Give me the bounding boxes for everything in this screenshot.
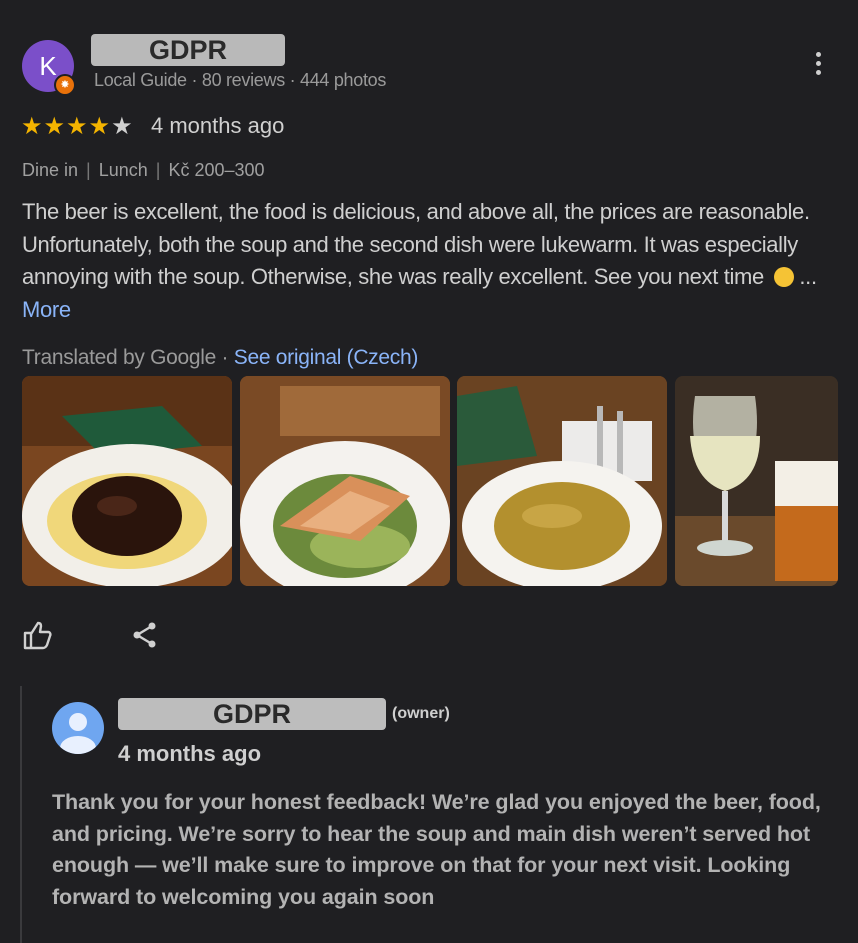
- smile-emoji-icon: [773, 267, 794, 287]
- reply-text: Thank you for your honest feedback! We’r…: [52, 790, 821, 909]
- owner-avatar[interactable]: [52, 702, 104, 754]
- reply-divider: [20, 686, 22, 943]
- reviewer-name[interactable]: GDPR: [91, 34, 285, 66]
- star-filled-icon: ★: [43, 113, 67, 140]
- share-icon[interactable]: [130, 620, 160, 650]
- owner-tag: (owner): [392, 705, 450, 722]
- thumbs-up-icon[interactable]: [22, 620, 54, 650]
- tag-lunch: Lunch: [98, 160, 148, 180]
- salad-photo-icon: [240, 376, 450, 586]
- owner-name[interactable]: GDPR: [118, 698, 386, 730]
- star-empty-icon: ★: [111, 113, 134, 140]
- more-options-icon[interactable]: [808, 52, 828, 84]
- dish-photo-icon: [22, 376, 232, 586]
- soup-photo-icon: [457, 376, 667, 586]
- tag-dine-in: Dine in: [22, 160, 79, 180]
- review-photo-2[interactable]: [240, 376, 450, 586]
- drinks-photo-icon: [675, 376, 838, 586]
- review-date: 4 months ago: [151, 113, 285, 138]
- reply-date: 4 months ago: [118, 741, 262, 766]
- more-link[interactable]: More: [22, 297, 71, 322]
- star-filled-icon: ★: [21, 113, 44, 140]
- translated-by-label: Translated by Google ·: [22, 346, 229, 369]
- reviewer-meta: Local Guide · 80 reviews · 444 photos: [94, 70, 387, 90]
- star-rating: ★★★★★: [21, 112, 134, 141]
- star-filled-icon: ★: [88, 113, 112, 140]
- tag-price: Kč 200–300: [168, 160, 265, 180]
- review-tags: Dine in | Lunch | Kč 200–300: [22, 160, 265, 180]
- person-icon: [60, 713, 96, 754]
- local-guide-badge-icon: ✸: [54, 74, 76, 96]
- review-body: The beer is excellent, the food is delic…: [22, 199, 810, 289]
- ellipsis: ...: [799, 264, 817, 289]
- translation-note: Translated by Google · See original (Cze…: [22, 346, 418, 370]
- review-photo-1[interactable]: [22, 376, 232, 586]
- review-photo-4[interactable]: [675, 376, 838, 586]
- review-text: The beer is excellent, the food is delic…: [22, 196, 832, 326]
- review-photo-3[interactable]: [457, 376, 667, 586]
- star-filled-icon: ★: [66, 113, 89, 140]
- see-original-link[interactable]: See original (Czech): [234, 346, 419, 369]
